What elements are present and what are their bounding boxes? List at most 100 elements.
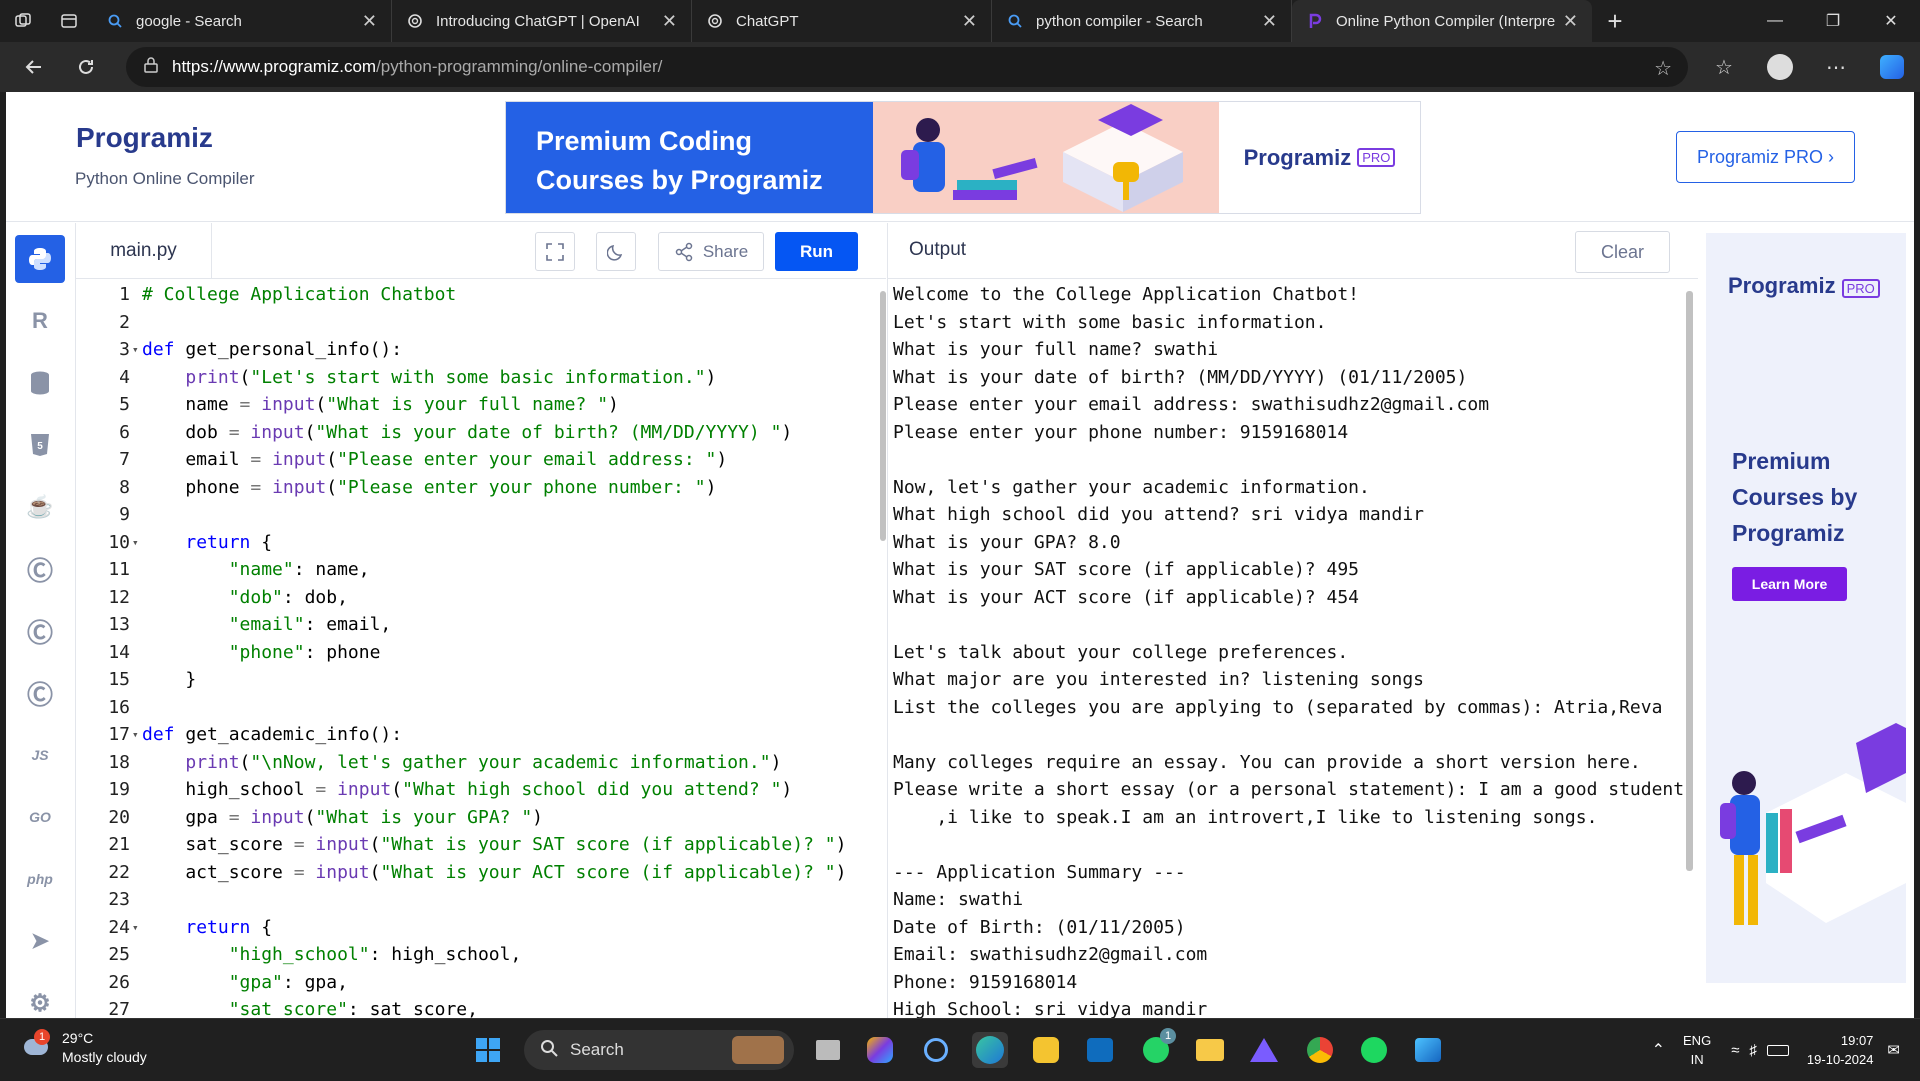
code-line[interactable]: 22 act_score = input("What is your ACT s…: [76, 859, 886, 887]
code-line[interactable]: 21 sat_score = input("What is your SAT s…: [76, 831, 886, 859]
sidebar-lang-python-icon[interactable]: [15, 235, 65, 283]
code-line[interactable]: 18 print("\nNow, let's gather your acade…: [76, 749, 886, 777]
spotify-icon[interactable]: [1356, 1032, 1392, 1068]
sidebar-ad[interactable]: Programiz PRO Premium Courses by Programi…: [1706, 233, 1906, 983]
programiz-pro-button[interactable]: Programiz PRO ›: [1676, 131, 1855, 183]
more-options-icon[interactable]: ⋯: [1808, 42, 1864, 92]
fold-arrow-icon[interactable]: ▾: [132, 721, 139, 749]
close-tab-icon[interactable]: ✕: [1563, 11, 1578, 32]
weather-widget[interactable]: 1 29°C Mostly cloudy: [20, 1029, 147, 1067]
wifi-icon[interactable]: ≈: [1731, 1042, 1739, 1059]
back-icon[interactable]: [8, 42, 60, 92]
browser-tab[interactable]: python compiler - Search ✕: [992, 0, 1292, 42]
sidebar-lang-js-icon[interactable]: JS: [15, 731, 65, 779]
tab-actions-icon[interactable]: [46, 0, 92, 42]
browser-tab[interactable]: Introducing ChatGPT | OpenAI ✕: [392, 0, 692, 42]
favorites-icon[interactable]: ☆: [1696, 42, 1752, 92]
restore-icon[interactable]: ❐: [1804, 0, 1862, 42]
chevron-up-icon[interactable]: ⌃: [1652, 1040, 1665, 1060]
close-tab-icon[interactable]: ✕: [662, 11, 677, 32]
close-window-icon[interactable]: ✕: [1862, 0, 1920, 42]
address-bar[interactable]: https://www.programiz.com/python-program…: [126, 47, 1688, 87]
code-line[interactable]: 17 ▾ def get_academic_info():: [76, 721, 886, 749]
close-tab-icon[interactable]: ✕: [962, 11, 977, 32]
code-line[interactable]: 2: [76, 309, 886, 337]
code-line[interactable]: 13 "email": email,: [76, 611, 886, 639]
code-line[interactable]: 12 "dob": dob,: [76, 584, 886, 612]
whatsapp-icon[interactable]: 1: [1138, 1028, 1176, 1068]
workspaces-icon[interactable]: [0, 0, 46, 42]
code-line[interactable]: 8 phone = input("Please enter your phone…: [76, 474, 886, 502]
sidebar-lang-java-icon[interactable]: ☕: [15, 483, 65, 531]
code-line[interactable]: 4 print("Let's start with some basic inf…: [76, 364, 886, 392]
browser-tab[interactable]: Online Python Compiler (Interpre ✕: [1292, 0, 1592, 42]
new-tab-button[interactable]: +: [1592, 0, 1638, 42]
code-line[interactable]: 25 "high_school": high_school,: [76, 941, 886, 969]
promo-banner[interactable]: Premium Coding Courses by Programiz Prog…: [505, 101, 1421, 214]
run-button[interactable]: Run: [775, 232, 858, 271]
code-line[interactable]: 11 "name": name,: [76, 556, 886, 584]
media-app-icon[interactable]: [1246, 1032, 1282, 1068]
code-line[interactable]: 24 ▾ return {: [76, 914, 886, 942]
editor-scrollbar[interactable]: [880, 281, 886, 1018]
programiz-logo[interactable]: Programiz: [76, 122, 213, 154]
copilot-icon[interactable]: [1864, 42, 1920, 92]
notes-app-icon[interactable]: [1028, 1032, 1064, 1068]
sidebar-lang-sql-icon[interactable]: [15, 359, 65, 407]
learn-more-button[interactable]: Learn More: [1732, 567, 1847, 601]
clear-button[interactable]: Clear: [1575, 231, 1670, 273]
battery-icon[interactable]: [1766, 1044, 1789, 1056]
copilot-app-icon[interactable]: [862, 1032, 898, 1068]
code-line[interactable]: 23: [76, 886, 886, 914]
minimize-icon[interactable]: —: [1746, 0, 1804, 42]
code-line[interactable]: 9: [76, 501, 886, 529]
refresh-icon[interactable]: [60, 42, 112, 92]
sidebar-lang-cpp-icon[interactable]: Ⓒ: [15, 607, 65, 655]
taskbar-search[interactable]: Search: [524, 1030, 794, 1070]
fold-arrow-icon[interactable]: ▾: [132, 914, 139, 942]
task-view-icon[interactable]: [810, 1032, 846, 1068]
file-explorer-icon[interactable]: [1192, 1032, 1228, 1068]
outlook-icon[interactable]: [1082, 1032, 1118, 1068]
sidebar-lang-go-icon[interactable]: GO: [15, 793, 65, 841]
sidebar-lang-r-icon[interactable]: R: [15, 297, 65, 345]
favorite-star-icon[interactable]: ☆: [1654, 56, 1672, 81]
code-line[interactable]: 1 # College Application Chatbot: [76, 281, 886, 309]
chrome-icon[interactable]: [1302, 1032, 1338, 1068]
code-area[interactable]: 1 # College Application Chatbot 2 3 ▾ def get…: [76, 281, 886, 1018]
lock-icon[interactable]: [144, 56, 158, 78]
code-line[interactable]: 19 high_school = input("What high school…: [76, 776, 886, 804]
code-line[interactable]: 6 dob = input("What is your date of birt…: [76, 419, 886, 447]
fold-arrow-icon[interactable]: ▾: [132, 336, 139, 364]
profile-avatar[interactable]: [1752, 42, 1808, 92]
output-console[interactable]: Welcome to the College Application Chatb…: [893, 281, 1683, 1018]
file-tab-main-py[interactable]: main.py: [76, 223, 212, 279]
browser-tab[interactable]: ChatGPT ✕: [692, 0, 992, 42]
code-line[interactable]: 3 ▾ def get_personal_info():: [76, 336, 886, 364]
sidebar-lang-php-icon[interactable]: php: [15, 855, 65, 903]
output-scrollbar[interactable]: [1686, 281, 1693, 1018]
code-line[interactable]: 7 email = input("Please enter your email…: [76, 446, 886, 474]
sidebar-lang-html-icon[interactable]: 5: [15, 421, 65, 469]
code-line[interactable]: 20 gpa = input("What is your GPA? "): [76, 804, 886, 832]
close-tab-icon[interactable]: ✕: [362, 11, 377, 32]
fullscreen-button[interactable]: [535, 232, 575, 271]
code-line[interactable]: 14 "phone": phone: [76, 639, 886, 667]
code-line[interactable]: 26 "gpa": gpa,: [76, 969, 886, 997]
volume-icon[interactable]: ♯: [1749, 1042, 1757, 1059]
windows-start-icon[interactable]: [470, 1032, 506, 1068]
code-line[interactable]: 27 "sat_score": sat_score,: [76, 996, 886, 1018]
code-line[interactable]: 15 }: [76, 666, 886, 694]
dark-mode-button[interactable]: [596, 232, 636, 271]
sidebar-lang-c-icon[interactable]: Ⓒ: [15, 545, 65, 593]
code-line[interactable]: 5 name = input("What is your full name? …: [76, 391, 886, 419]
share-button[interactable]: Share: [658, 232, 764, 271]
sidebar-lang-swift-icon[interactable]: ➤: [15, 917, 65, 965]
browser-tab[interactable]: google - Search ✕: [92, 0, 392, 42]
notification-bell-icon[interactable]: ✉: [1887, 1041, 1900, 1059]
fold-arrow-icon[interactable]: ▾: [132, 529, 139, 557]
code-line[interactable]: 10 ▾ return {: [76, 529, 886, 557]
language-indicator[interactable]: ENG IN: [1683, 1031, 1711, 1069]
power-app-icon[interactable]: [918, 1032, 954, 1068]
sidebar-lang-csharp-icon[interactable]: Ⓒ: [15, 669, 65, 717]
